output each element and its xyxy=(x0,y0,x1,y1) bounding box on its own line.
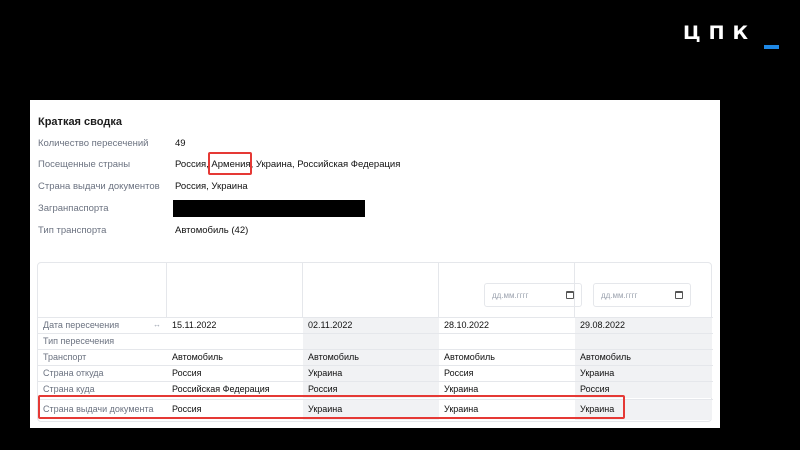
label-transport-type: Тип транспорта xyxy=(38,225,107,236)
table-cell: 02.11.2022 xyxy=(303,318,439,334)
table-cell xyxy=(575,334,712,350)
table-cell: 29.08.2022 xyxy=(575,318,712,334)
table-cell: Автомобиль xyxy=(575,350,712,366)
highlight-armenia xyxy=(208,152,252,175)
logo-cursor-bar xyxy=(764,45,779,49)
date-filter-from-placeholder: дд.мм.гггг xyxy=(492,291,529,300)
table-cell xyxy=(439,334,575,350)
table-cell: Украина xyxy=(575,366,712,382)
label-visited-countries: Посещенные страны xyxy=(38,159,131,170)
date-filter-to[interactable]: дд.мм.гггг xyxy=(593,283,691,307)
sort-icon[interactable]: ↔ xyxy=(153,320,161,329)
table-cell xyxy=(303,334,439,350)
table-row-country-from: Страна откуда Россия Украина Россия Укра… xyxy=(38,365,713,382)
brand-logo: ЦПК xyxy=(683,22,757,44)
table-header-col2 xyxy=(303,263,439,317)
date-filter-to-placeholder: дд.мм.гггг xyxy=(601,291,638,300)
table-cell: Автомобиль xyxy=(172,352,223,362)
label-crossings-count: Количество пересечений xyxy=(38,138,149,149)
row-label: Страна откуда xyxy=(43,368,104,378)
label-passports: Загранпаспорта xyxy=(38,203,109,214)
summary-panel: Краткая сводка Количество пересечений 49… xyxy=(30,100,720,428)
summary-title: Краткая сводка xyxy=(38,116,122,128)
table-cell: Россия xyxy=(444,368,474,378)
calendar-icon[interactable] xyxy=(675,291,683,299)
redaction-bar xyxy=(173,200,365,217)
value-crossings-count: 49 xyxy=(175,138,186,149)
table-row-crossing-type: Тип пересечения xyxy=(38,333,713,350)
table-header-col1 xyxy=(167,263,303,317)
value-issuing-countries: Россия, Украина xyxy=(175,181,248,192)
value-transport-type: Автомобиль (42) xyxy=(175,225,249,236)
highlight-document-row xyxy=(38,395,625,419)
table-cell: 28.10.2022 xyxy=(444,320,490,330)
calendar-icon[interactable] xyxy=(566,291,574,299)
table-cell: Украина xyxy=(303,366,439,382)
date-filter-from[interactable]: дд.мм.гггг xyxy=(484,283,582,307)
row-label: Транспорт xyxy=(43,352,87,362)
row-label: Тип пересечения xyxy=(43,336,115,346)
table-cell xyxy=(167,334,303,350)
table-header-corner xyxy=(38,263,167,317)
table-cell: Автомобиль xyxy=(444,352,495,362)
table-cell: Россия xyxy=(172,368,202,378)
table-row-date: Дата пересечения ↔ 15.11.2022 02.11.2022… xyxy=(38,317,713,334)
table-row-transport: Транспорт Автомобиль Автомобиль Автомоби… xyxy=(38,349,713,366)
row-label: Страна куда xyxy=(43,384,95,394)
table-cell: Автомобиль xyxy=(303,350,439,366)
table-cell: 15.11.2022 xyxy=(172,320,217,330)
label-issuing-countries: Страна выдачи документов xyxy=(38,181,160,192)
row-label: Дата пересечения xyxy=(43,320,120,330)
